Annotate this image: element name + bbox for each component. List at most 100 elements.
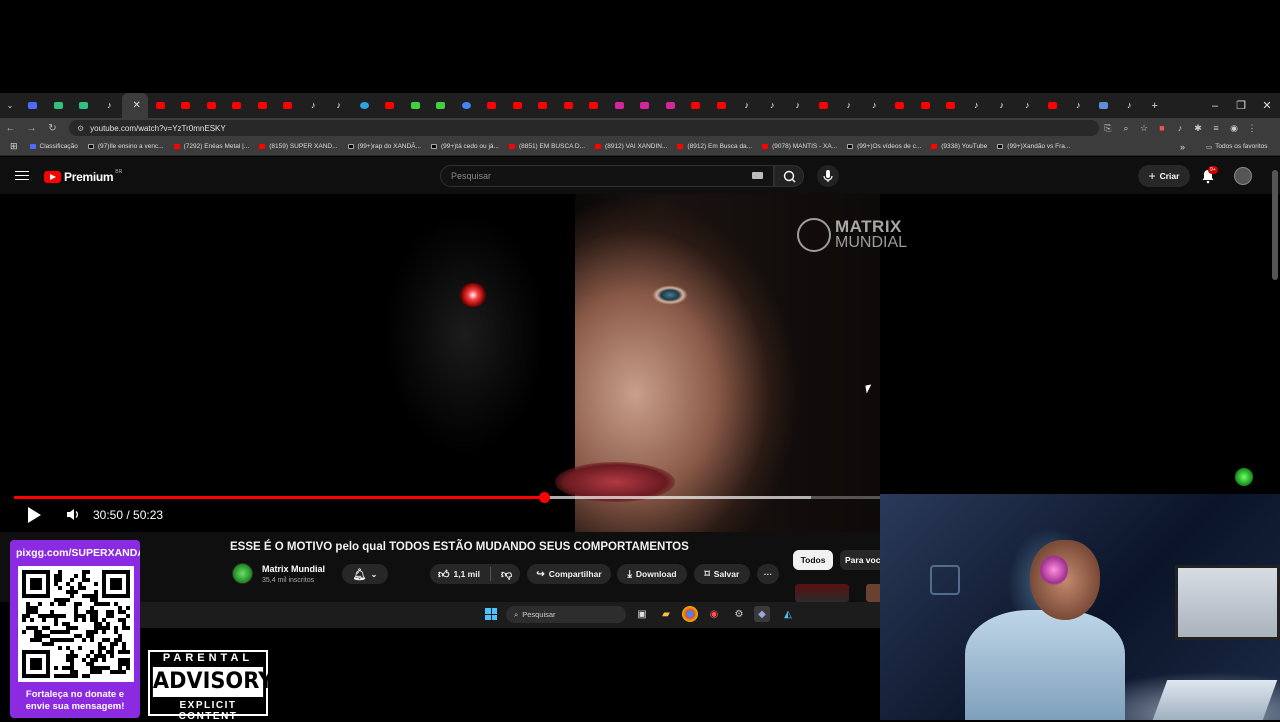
browser-tab-active[interactable]: ✕: [122, 93, 148, 118]
share-button[interactable]: ↪ Compartilhar: [527, 564, 611, 584]
browser-tab[interactable]: [607, 93, 633, 118]
recording-app-icon[interactable]: ◉: [706, 606, 722, 622]
browser-tab[interactable]: [530, 93, 556, 118]
volume-icon[interactable]: [65, 507, 80, 522]
minimize-button[interactable]: –: [1202, 93, 1228, 118]
close-tab-icon[interactable]: ✕: [133, 100, 141, 111]
bookmark-item[interactable]: (8912) Em Busca da...: [677, 143, 752, 150]
browser-tab[interactable]: [1040, 93, 1066, 118]
browser-tab[interactable]: [556, 93, 582, 118]
bookmarks-overflow-button[interactable]: »: [1180, 142, 1185, 152]
windows-start-icon[interactable]: [485, 608, 497, 620]
browser-tab[interactable]: [505, 93, 531, 118]
bookmark-item[interactable]: (97)Ile ensino a venc...: [87, 143, 164, 150]
subscription-bell-button[interactable]: 🔔︎ ⌄: [342, 564, 388, 584]
maximize-button[interactable]: ❐: [1228, 93, 1254, 118]
file-explorer-icon[interactable]: ▰: [658, 606, 674, 622]
browser-tab[interactable]: [913, 93, 939, 118]
bookmark-item[interactable]: (99+)Os vídeos de c...: [847, 143, 921, 150]
suggested-video-thumbnail[interactable]: [866, 584, 880, 602]
task-view-icon[interactable]: ▣: [634, 606, 650, 622]
tab-list-button[interactable]: ⌄: [0, 93, 20, 118]
browser-tab[interactable]: [683, 93, 709, 118]
site-info-icon[interactable]: ⚙: [77, 124, 84, 133]
store-app-icon[interactable]: ◭: [780, 606, 796, 622]
browser-tab[interactable]: [938, 93, 964, 118]
reload-button[interactable]: ↻: [42, 123, 63, 134]
kebab-menu-icon[interactable]: ⋮: [1243, 123, 1261, 134]
bookmark-item[interactable]: (99+)rap do XANDÃ...: [347, 143, 421, 150]
extensions-icon[interactable]: ✱: [1189, 123, 1207, 134]
browser-tab[interactable]: [20, 93, 46, 118]
create-button[interactable]: + Criar: [1138, 165, 1190, 187]
browser-tab[interactable]: [581, 93, 607, 118]
browser-tab[interactable]: [479, 93, 505, 118]
browser-tab[interactable]: ♪: [836, 93, 862, 118]
browser-tab[interactable]: ♪: [760, 93, 786, 118]
browser-tab[interactable]: [46, 93, 72, 118]
browser-tab[interactable]: ♪: [301, 93, 327, 118]
new-tab-button[interactable]: +: [1142, 93, 1168, 118]
page-scrollbar[interactable]: [1272, 170, 1278, 280]
bookmark-item[interactable]: (99+)Xandão vs Fra...: [997, 143, 1070, 150]
account-avatar[interactable]: [1234, 167, 1252, 185]
download-button[interactable]: ⤓ Download: [617, 564, 687, 584]
bookmark-item[interactable]: (9338) YouTube: [931, 143, 987, 150]
browser-tab[interactable]: [377, 93, 403, 118]
bookmark-item[interactable]: (7292) Enéas Metal |...: [173, 143, 249, 150]
browser-tab[interactable]: ♪: [862, 93, 888, 118]
steam-icon[interactable]: ◆: [754, 606, 770, 622]
profile-icon[interactable]: ◉: [1225, 123, 1243, 134]
save-button[interactable]: ⌑ Salvar: [694, 564, 750, 584]
bookmark-item[interactable]: (9078) MANTIS - XA...: [762, 143, 837, 150]
bookmark-item[interactable]: (99+)tá cedo ou já...: [430, 143, 499, 150]
back-button[interactable]: ←: [0, 123, 21, 134]
browser-tab[interactable]: [658, 93, 684, 118]
browser-tab[interactable]: [199, 93, 225, 118]
browser-tab[interactable]: [428, 93, 454, 118]
bookmark-item[interactable]: (8159) SUPER XAND...: [259, 143, 338, 150]
like-button[interactable]: 👍︎ 1,1 mil: [438, 568, 480, 581]
browser-tab[interactable]: [709, 93, 735, 118]
browser-tab[interactable]: [275, 93, 301, 118]
browser-tab[interactable]: ♪: [964, 93, 990, 118]
all-bookmarks-folder[interactable]: ▭ Todos os favoritos: [1206, 143, 1268, 151]
keyboard-icon[interactable]: [752, 172, 763, 179]
bookmark-item[interactable]: Classificação: [29, 143, 78, 150]
browser-tab[interactable]: ♪: [734, 93, 760, 118]
browser-tab[interactable]: ♪: [989, 93, 1015, 118]
browser-tab[interactable]: ♪: [1066, 93, 1092, 118]
channel-watermark[interactable]: MATRIX MUNDIAL: [797, 218, 907, 252]
browser-tab[interactable]: ♪: [326, 93, 352, 118]
browser-tab[interactable]: [403, 93, 429, 118]
thumbs-down-icon[interactable]: 👎︎: [501, 568, 512, 581]
green-orb-icon[interactable]: [1235, 468, 1253, 486]
bookmark-item[interactable]: (8912) VAI XANDIN...: [595, 143, 667, 150]
install-icon[interactable]: ⎘: [1099, 123, 1117, 134]
bookmark-item[interactable]: (8851) EM BUSCA D...: [508, 143, 585, 150]
browser-tab[interactable]: [148, 93, 174, 118]
browser-tab[interactable]: [173, 93, 199, 118]
zoom-icon[interactable]: ⌕: [1117, 123, 1135, 134]
browser-tab[interactable]: [454, 93, 480, 118]
more-actions-button[interactable]: ···: [757, 564, 779, 584]
taskbar-search[interactable]: ⌕ Pesquisar: [506, 606, 626, 623]
chip-all[interactable]: Todos: [793, 550, 833, 570]
browser-tab[interactable]: ♪: [97, 93, 123, 118]
channel-name[interactable]: Matrix Mundial: [262, 564, 325, 574]
settings-gear-icon[interactable]: ⚙: [731, 606, 747, 622]
channel-avatar[interactable]: [232, 563, 253, 584]
browser-tab[interactable]: [1091, 93, 1117, 118]
browser-tab[interactable]: ♪: [1117, 93, 1143, 118]
youtube-premium-logo[interactable]: Premium BR: [44, 169, 122, 184]
browser-tab[interactable]: ♪: [785, 93, 811, 118]
close-window-button[interactable]: ✕: [1254, 93, 1280, 118]
play-button[interactable]: [28, 507, 41, 523]
voice-search-button[interactable]: [817, 165, 839, 187]
browser-tab[interactable]: [632, 93, 658, 118]
browser-tab[interactable]: [224, 93, 250, 118]
chip-for-you[interactable]: Para você: [840, 550, 880, 570]
extension-red-icon[interactable]: ■: [1153, 123, 1171, 133]
apps-grid-icon[interactable]: ⊞: [10, 141, 18, 152]
extension-audio-icon[interactable]: ♪: [1171, 123, 1189, 133]
